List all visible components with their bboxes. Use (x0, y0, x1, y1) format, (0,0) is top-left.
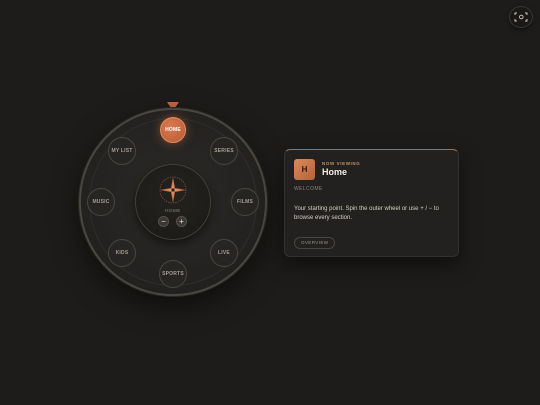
hub-label: HOME (165, 208, 181, 213)
wheel-item-music[interactable]: MUSIC (87, 188, 115, 216)
wheel-item-home[interactable]: HOME (160, 117, 186, 143)
wheel-item-series[interactable]: SERIES (210, 137, 238, 165)
zoom-in-button[interactable]: + (176, 216, 187, 227)
wheel-item-live[interactable]: LIVE (210, 239, 238, 267)
section-label: WELCOME (294, 186, 323, 192)
wheel-item-kids[interactable]: KIDS (108, 239, 136, 267)
wheel-item-sports[interactable]: SPORTS (159, 260, 187, 288)
panel-title: Home (322, 167, 348, 177)
overview-button[interactable]: OVERVIEW (294, 237, 336, 249)
wheel-hub: HOME − + (136, 165, 210, 239)
panel-description: Your starting point. Spin the outer whee… (294, 206, 439, 221)
expand-icon (514, 12, 528, 22)
wheel-item-my-list[interactable]: MY LIST (108, 137, 136, 165)
panel-eyebrow: NOW VIEWING (322, 161, 361, 166)
compass-icon (159, 176, 187, 204)
section-badge: H (294, 159, 315, 180)
wheel-item-films[interactable]: FILMS (231, 188, 259, 216)
fullscreen-button[interactable] (510, 7, 532, 27)
zoom-out-button[interactable]: − (158, 216, 169, 227)
info-panel: H NOW VIEWING Home WELCOME Your starting… (284, 149, 459, 257)
